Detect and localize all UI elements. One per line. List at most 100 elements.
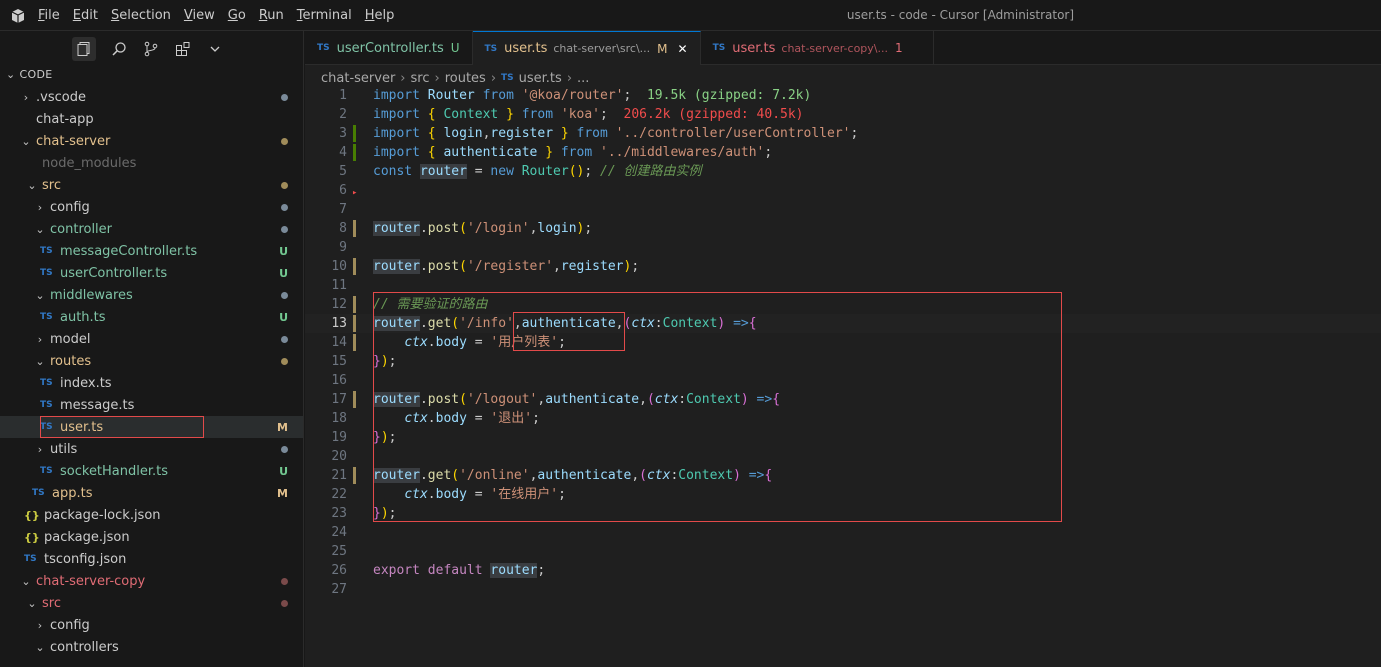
file-item[interactable]: TS index.ts <box>0 372 303 394</box>
folder-item[interactable]: ⌄ routes <box>0 350 303 372</box>
folder-item[interactable]: ⌄ src <box>0 592 303 614</box>
folder-item[interactable]: ⌄ chat-server-copy <box>0 570 303 592</box>
breadcrumb-item[interactable]: chat-server <box>321 71 395 86</box>
tree-item-label: config <box>50 617 90 633</box>
explorer-sidebar: ⌄ CODE › .vscode chat-app ⌄ chat-server node_m… <box>0 31 304 667</box>
code-line[interactable]: 11 <box>305 276 1381 295</box>
editor-tab[interactable]: TS userController.ts U <box>305 31 473 65</box>
breadcrumb-item[interactable]: routes <box>445 71 486 86</box>
tab-title: userController.ts <box>336 40 444 56</box>
tree-item-label: package.json <box>44 529 130 545</box>
editor-tab[interactable]: TS user.ts chat-server\src\... M ✕ <box>472 31 701 65</box>
folder-item[interactable]: ⌄ controllers <box>0 636 303 658</box>
chevron-right-icon: › <box>400 70 406 86</box>
tree-item-label: auth.ts <box>60 309 106 325</box>
file-item[interactable]: TS messageController.ts U <box>0 240 303 262</box>
git-status-dot <box>281 204 288 211</box>
editor-tab-bar: TS userController.ts U TS user.ts chat-server… <box>305 31 1381 65</box>
code-line[interactable]: 9 <box>305 238 1381 257</box>
code-line[interactable]: 14 ctx.body = '用户列表'; <box>305 333 1381 352</box>
close-icon[interactable]: ✕ <box>678 42 688 56</box>
file-item[interactable]: TS userController.ts U <box>0 262 303 284</box>
tree-item-label: model <box>50 331 91 347</box>
tab-status-badge: M <box>657 41 668 56</box>
code-line[interactable]: 15}); <box>305 352 1381 371</box>
import-cost-hint-2: 206.2k (gzipped: 40.5k) <box>623 107 804 122</box>
git-status-dot <box>281 292 288 299</box>
explorer-section-header[interactable]: ⌄ CODE <box>6 68 53 81</box>
tab-title: user.ts <box>504 41 548 56</box>
folder-item[interactable]: node_modules <box>0 152 303 174</box>
typescript-file-icon: TS <box>40 400 53 410</box>
git-status-dot <box>281 94 288 101</box>
folder-item[interactable]: › config <box>0 196 303 218</box>
git-status-dot <box>281 446 288 453</box>
title-bar: File Edit Selection View Go Run Terminal Help u… <box>0 0 1381 31</box>
tree-item-label: .vscode <box>36 89 86 105</box>
code-line[interactable]: 18 ctx.body = '退出'; <box>305 409 1381 428</box>
typescript-file-icon: TS <box>712 43 726 53</box>
file-item[interactable]: TS auth.ts U <box>0 306 303 328</box>
code-line[interactable]: 1import Router from '@koa/router'; 206.2… <box>305 86 1381 105</box>
breadcrumb-item[interactable]: ... <box>577 71 589 86</box>
code-line[interactable]: 22 ctx.body = '在线用户'; <box>305 485 1381 504</box>
code-line[interactable]: 27 <box>305 580 1381 599</box>
code-line[interactable]: 25 <box>305 542 1381 561</box>
extensions-icon[interactable] <box>174 40 192 58</box>
search-icon[interactable] <box>110 40 128 58</box>
explorer-icon[interactable] <box>72 37 96 61</box>
json-file-icon: {} <box>24 530 40 544</box>
folder-item[interactable]: › model <box>0 328 303 350</box>
file-item[interactable]: {} package.json <box>0 526 303 548</box>
code-line[interactable]: 4 import { authenticate } from '../middle… <box>305 143 1381 162</box>
code-line[interactable]: 20 <box>305 447 1381 466</box>
code-line-current[interactable]: 13 router.get('/info',authenticate,(ctx:C… <box>305 314 1381 333</box>
code-line[interactable]: 5 const router = new Router(); // 创建路由实例 <box>305 162 1381 181</box>
folder-item[interactable]: chat-app <box>0 108 303 130</box>
file-item[interactable]: TS message.ts <box>0 394 303 416</box>
tree-item-label: chat-server-copy <box>36 573 146 589</box>
code-line[interactable]: 21 router.get('/online',authenticate,(ctx… <box>305 466 1381 485</box>
code-line[interactable]: 23}); <box>305 504 1381 523</box>
folder-item[interactable]: › .vscode <box>0 86 303 108</box>
tree-item-label: userController.ts <box>60 265 168 281</box>
explorer-folder-title: CODE <box>19 68 53 81</box>
code-line[interactable]: 24 <box>305 523 1381 542</box>
tree-item-label: node_modules <box>42 155 137 171</box>
folder-item[interactable]: ⌄ middlewares <box>0 284 303 306</box>
breadcrumb-item[interactable]: user.ts <box>519 71 562 86</box>
code-line[interactable]: 19}); <box>305 428 1381 447</box>
tree-item-label: middlewares <box>50 287 133 303</box>
code-line[interactable]: 10 router.post('/register',register); <box>305 257 1381 276</box>
git-status-badge: U <box>279 266 288 280</box>
folder-item[interactable]: ⌄ src <box>0 174 303 196</box>
editor-tab[interactable]: TS user.ts chat-server-copy\... 1 <box>701 31 934 65</box>
file-item[interactable]: TS app.ts M <box>0 482 303 504</box>
folder-item[interactable]: ⌄ chat-server <box>0 130 303 152</box>
file-item[interactable]: TS user.ts M <box>0 416 303 438</box>
folder-item[interactable]: › config <box>0 614 303 636</box>
typescript-file-icon: TS <box>40 466 53 476</box>
source-control-icon[interactable] <box>142 40 160 58</box>
file-item[interactable]: TS socketHandler.ts U <box>0 460 303 482</box>
chevron-down-icon[interactable] <box>206 40 224 58</box>
code-view[interactable]: 1import Router from '@koa/router'; 206.2… <box>305 86 1381 599</box>
tree-item-label: socketHandler.ts <box>60 463 169 479</box>
code-line[interactable]: 26 export default router; <box>305 561 1381 580</box>
code-line[interactable]: 7 <box>305 200 1381 219</box>
folder-item[interactable]: › utils <box>0 438 303 460</box>
tab-title: user.ts <box>732 40 776 56</box>
code-line[interactable]: 8 router.post('/login',login); <box>305 219 1381 238</box>
code-line[interactable]: 12// 需要验证的路由 <box>305 295 1381 314</box>
tab-status-badge: 1 <box>895 41 903 55</box>
code-line[interactable]: 17 router.post('/logout',authenticate,(ct… <box>305 390 1381 409</box>
folder-item[interactable]: ⌄ controller <box>0 218 303 240</box>
file-item[interactable]: TS tsconfig.json <box>0 548 303 570</box>
file-item[interactable]: {} package-lock.json <box>0 504 303 526</box>
code-line[interactable]: 3 import { login,register } from '../cont… <box>305 124 1381 143</box>
code-line[interactable]: 16 <box>305 371 1381 390</box>
chevron-right-icon: › <box>37 200 43 214</box>
code-line[interactable]: 6 ▸ <box>305 181 1381 200</box>
code-line[interactable]: 2 import { Context } from 'koa'; 206.2k (… <box>305 105 1381 124</box>
breadcrumb-item[interactable]: src <box>411 71 430 86</box>
